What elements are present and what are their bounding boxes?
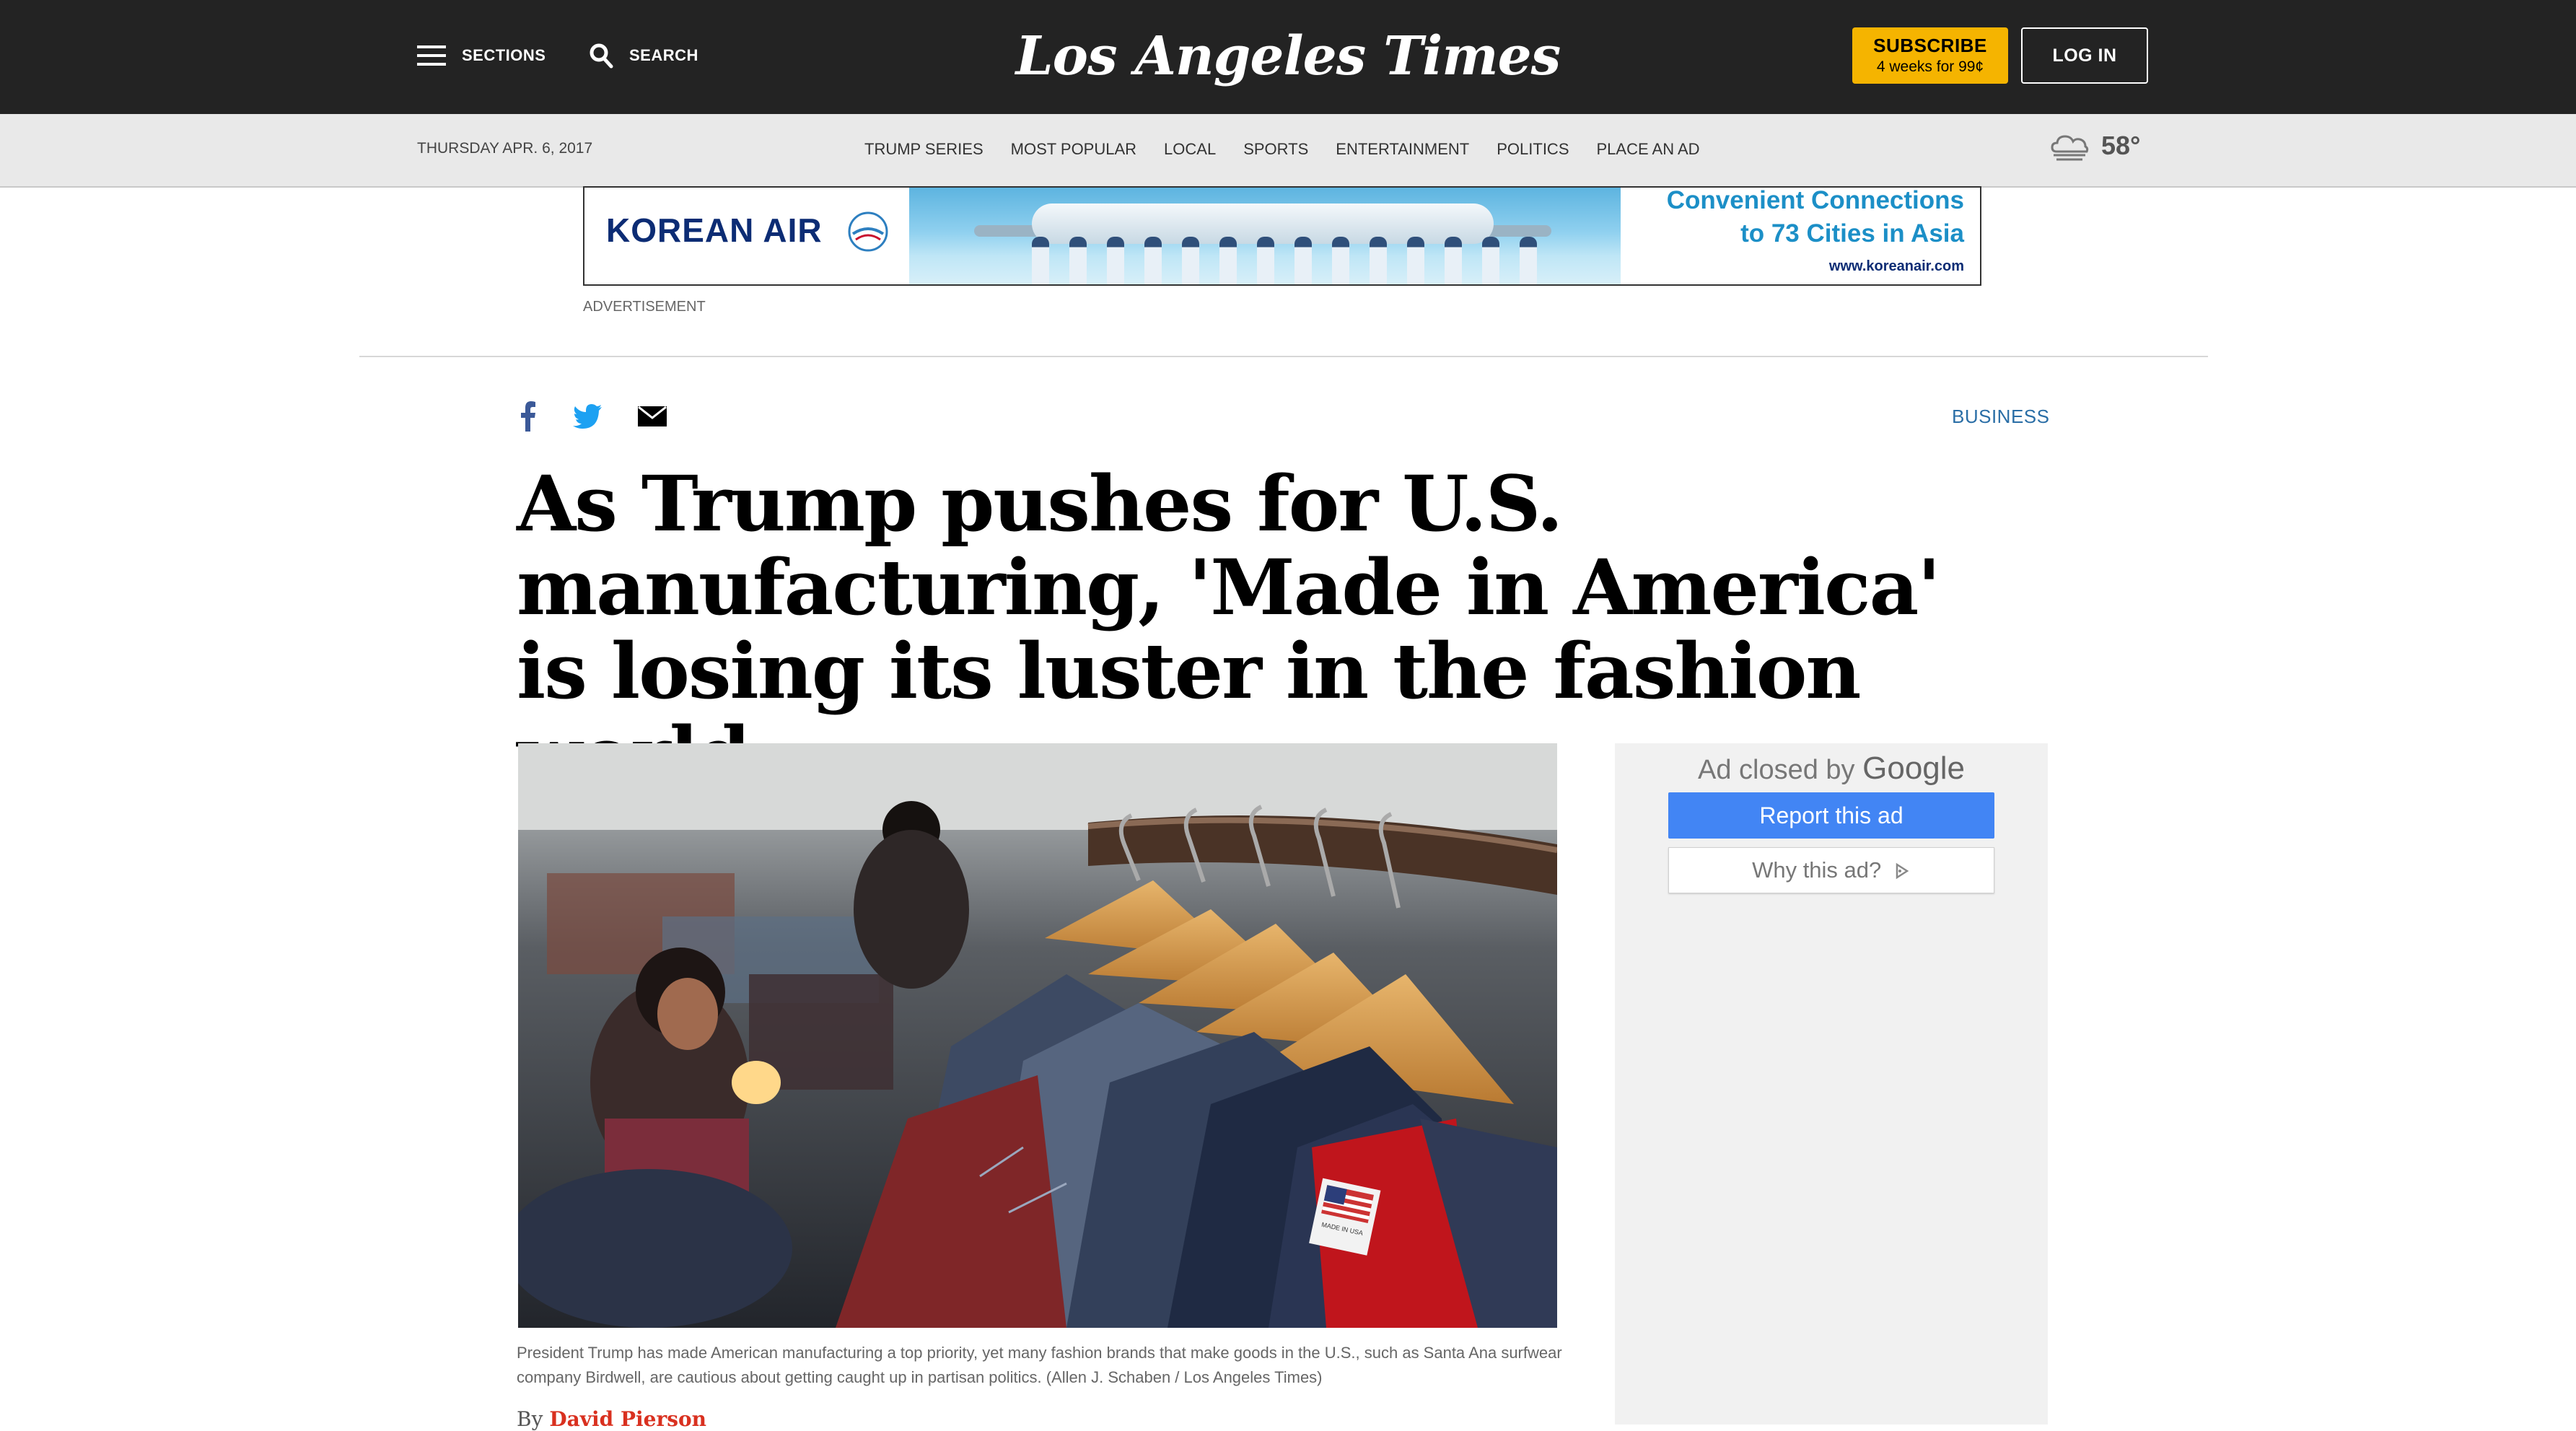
byline: By David Pierson [517, 1407, 706, 1431]
cloudy-weather-icon [2051, 135, 2089, 161]
subscribe-button[interactable]: SUBSCRIBE 4 weeks for 99¢ [1852, 27, 2008, 84]
nav-link-trump-series[interactable]: TRUMP SERIES [864, 140, 983, 159]
ad-banner[interactable]: KOREAN AIR Convenient Connections to 73 … [583, 186, 1981, 286]
nav-link-most-popular[interactable]: MOST POPULAR [1011, 140, 1136, 159]
section-tag-business[interactable]: BUSINESS [1952, 406, 2050, 428]
clothing-rack-photo: MADE IN USA [518, 743, 1557, 1328]
nav-links: TRUMP SERIES MOST POPULAR LOCAL SPORTS E… [864, 140, 1700, 159]
airline-emblem-icon [848, 211, 888, 252]
facebook-icon[interactable] [520, 401, 537, 432]
sections-button[interactable]: SECTIONS [417, 38, 546, 74]
ad-url: www.koreanair.com [1828, 258, 1964, 274]
temperature: 58° [2101, 131, 2141, 160]
google-wordmark: Google [1862, 750, 1966, 786]
why-this-ad-button[interactable]: Why this ad? [1668, 847, 1994, 893]
ad-photo [909, 188, 1621, 284]
search-label: SEARCH [629, 46, 698, 64]
ad-line-1: Convenient Connections [1666, 186, 1964, 214]
site-logo[interactable]: Los Angeles Times [938, 20, 1638, 92]
ad-choices-icon [1896, 862, 1909, 880]
login-button[interactable]: LOG IN [2021, 27, 2148, 84]
sections-label: SECTIONS [462, 46, 546, 64]
secondary-nav: THURSDAY APR. 6, 2017 TRUMP SERIES MOST … [0, 114, 2576, 188]
ad-closed-panel: Ad closed by Google Report this ad Why t… [1615, 743, 2048, 1425]
email-icon[interactable] [638, 406, 667, 426]
nav-link-sports[interactable]: SPORTS [1243, 140, 1308, 159]
advertisement-label: ADVERTISEMENT [583, 299, 706, 315]
divider [359, 356, 2208, 357]
nav-link-entertainment[interactable]: ENTERTAINMENT [1336, 140, 1469, 159]
photo-caption: President Trump has made American manufa… [517, 1344, 1562, 1386]
ad-brand-logo: KOREAN AIR [606, 211, 823, 249]
author-link[interactable]: David Pierson [549, 1407, 706, 1431]
subscribe-label: SUBSCRIBE [1873, 35, 1987, 56]
nav-link-place-an-ad[interactable]: PLACE AN AD [1597, 140, 1700, 159]
search-button[interactable]: SEARCH [589, 38, 698, 74]
twitter-icon[interactable] [573, 404, 602, 429]
nav-link-politics[interactable]: POLITICS [1497, 140, 1569, 159]
ad-crew-figures [1032, 237, 1537, 284]
ad-closed-prefix: Ad closed by [1697, 755, 1855, 785]
weather-widget[interactable]: 58° [2049, 130, 2140, 162]
why-this-ad-label: Why this ad? [1752, 857, 1882, 883]
ad-line-2: to 73 Cities in Asia [1740, 219, 1964, 248]
hamburger-menu-icon [417, 45, 446, 66]
nav-link-local[interactable]: LOCAL [1164, 140, 1216, 159]
share-bar [520, 401, 667, 432]
masthead: SECTIONS SEARCH Los Angeles Times SUBSCR… [0, 0, 2576, 114]
ad-copy: Convenient Connections to 73 Cities in A… [1667, 188, 1964, 275]
subscribe-offer: 4 weeks for 99¢ [1876, 58, 1984, 75]
ad-closed-title: Ad closed by Google [1615, 750, 2048, 787]
current-date: THURSDAY APR. 6, 2017 [417, 140, 593, 157]
byline-prefix: By [517, 1407, 543, 1431]
article-photo: MADE IN USA [518, 743, 1557, 1328]
search-icon [590, 43, 613, 69]
report-ad-button[interactable]: Report this ad [1668, 792, 1994, 839]
